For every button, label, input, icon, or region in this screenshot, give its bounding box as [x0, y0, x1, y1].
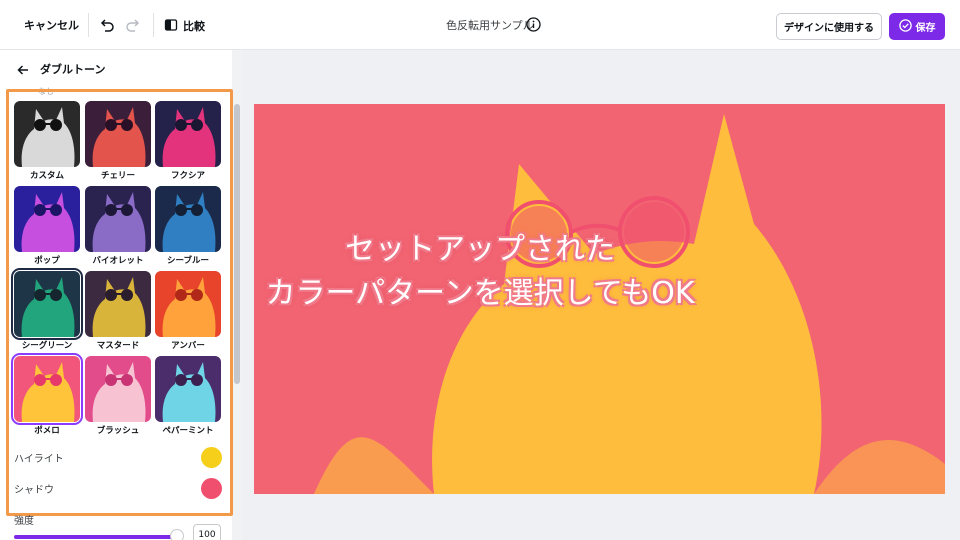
cat-thumbnail	[162, 192, 216, 252]
preset-label: チェリー	[100, 171, 135, 181]
cat-thumbnail	[92, 192, 146, 252]
cat-thumbnail	[162, 362, 216, 422]
cat-thumbnail	[92, 107, 146, 167]
preset-label: ポメロ	[34, 426, 60, 436]
cat-thumbnail	[162, 277, 216, 337]
cat-thumbnail	[162, 107, 216, 167]
preset-label: アンバー	[171, 341, 205, 351]
compare-button[interactable]: 比較	[164, 15, 205, 37]
cancel-button[interactable]: キャンセル	[14, 15, 89, 37]
cat-thumbnail	[92, 277, 146, 337]
cat-thumbnail	[21, 362, 75, 422]
preset-label: フクシア	[170, 171, 205, 181]
preset-none-label: なし	[38, 87, 54, 96]
preset-tile[interactable]	[14, 101, 80, 167]
caption-line-2: カラーパターンを選択してもOK	[265, 276, 695, 311]
preset-label: シーグリーン	[21, 341, 73, 351]
preset-tile[interactable]	[155, 356, 221, 422]
panel-header: ダブルトーン	[16, 61, 105, 77]
overlay-caption: セットアップされた カラーパターンを選択してもOK	[230, 228, 730, 316]
info-icon[interactable]	[526, 17, 541, 32]
preset-tile[interactable]	[14, 186, 80, 252]
cat-thumbnail	[21, 277, 75, 337]
check-circle-icon	[898, 18, 912, 35]
preset-label: シーブルー	[167, 256, 209, 266]
compare-label: 比較	[183, 20, 205, 33]
compare-icon	[164, 18, 178, 35]
shadow-row: シャドウ	[14, 477, 222, 499]
preset-tile[interactable]	[11, 353, 83, 425]
preset-tile[interactable]	[85, 101, 151, 167]
highlight-color-swatch[interactable]	[201, 446, 222, 468]
document-title: 色反転用サンプル	[446, 19, 534, 32]
preset-tile[interactable]	[85, 356, 151, 422]
save-label: 保存	[915, 23, 936, 34]
divider	[88, 13, 89, 37]
cat-thumbnail	[92, 362, 146, 422]
redo-icon[interactable]	[123, 15, 143, 35]
cat-thumbnail	[21, 107, 75, 167]
use-in-design-button[interactable]: デザインに使用する	[776, 13, 882, 40]
undo-icon[interactable]	[97, 15, 117, 35]
preset-tile[interactable]	[155, 186, 221, 252]
preset-label: マスタード	[96, 341, 140, 351]
preset-tile[interactable]	[155, 101, 221, 167]
intensity-slider[interactable]	[14, 535, 174, 539]
preset-tile[interactable]	[11, 268, 83, 340]
intensity-label: 強度	[14, 516, 34, 527]
caption-line-1: セットアップされた	[345, 232, 615, 267]
intensity-value-input[interactable]: 100	[193, 524, 221, 540]
preset-label: カスタム	[29, 171, 64, 181]
panel-title: ダブルトーン	[40, 63, 106, 76]
top-toolbar: キャンセル 比較 色反転用サンプル デザインに使用する 保存	[0, 0, 960, 50]
preset-tile[interactable]	[85, 271, 151, 337]
highlight-row: ハイライト	[14, 446, 222, 468]
back-arrow-icon[interactable]	[16, 62, 30, 76]
preset-label: ポップ	[34, 256, 60, 266]
preset-label: ブラッシュ	[96, 426, 140, 436]
shadow-label: シャドウ	[14, 484, 54, 496]
save-button[interactable]: 保存	[889, 13, 945, 40]
preset-label: バイオレット	[92, 256, 144, 266]
preset-tile[interactable]	[155, 271, 221, 337]
preset-tile[interactable]	[85, 186, 151, 252]
shadow-color-swatch[interactable]	[201, 477, 222, 499]
divider	[153, 13, 154, 37]
cat-thumbnail	[21, 192, 75, 252]
intensity-slider-handle[interactable]	[170, 529, 184, 540]
highlight-label: ハイライト	[14, 453, 64, 465]
preset-label: ペパーミント	[162, 426, 214, 436]
